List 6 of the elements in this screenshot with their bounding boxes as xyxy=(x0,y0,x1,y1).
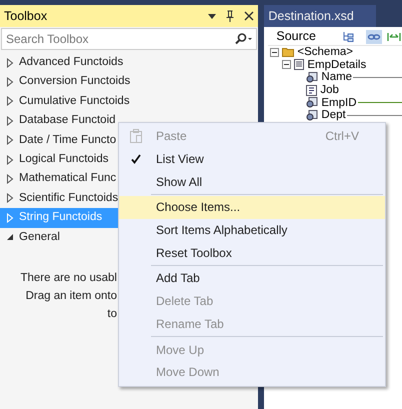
empty-message-line: to xyxy=(107,306,117,322)
source-label: Source xyxy=(276,28,316,46)
empty-message-line: Drag an item onto xyxy=(26,288,117,304)
shortcut-text: Ctrl+V xyxy=(325,128,359,146)
panel-title: Toolbox xyxy=(4,8,48,25)
empty-message-line: There are no usabl xyxy=(20,270,117,286)
